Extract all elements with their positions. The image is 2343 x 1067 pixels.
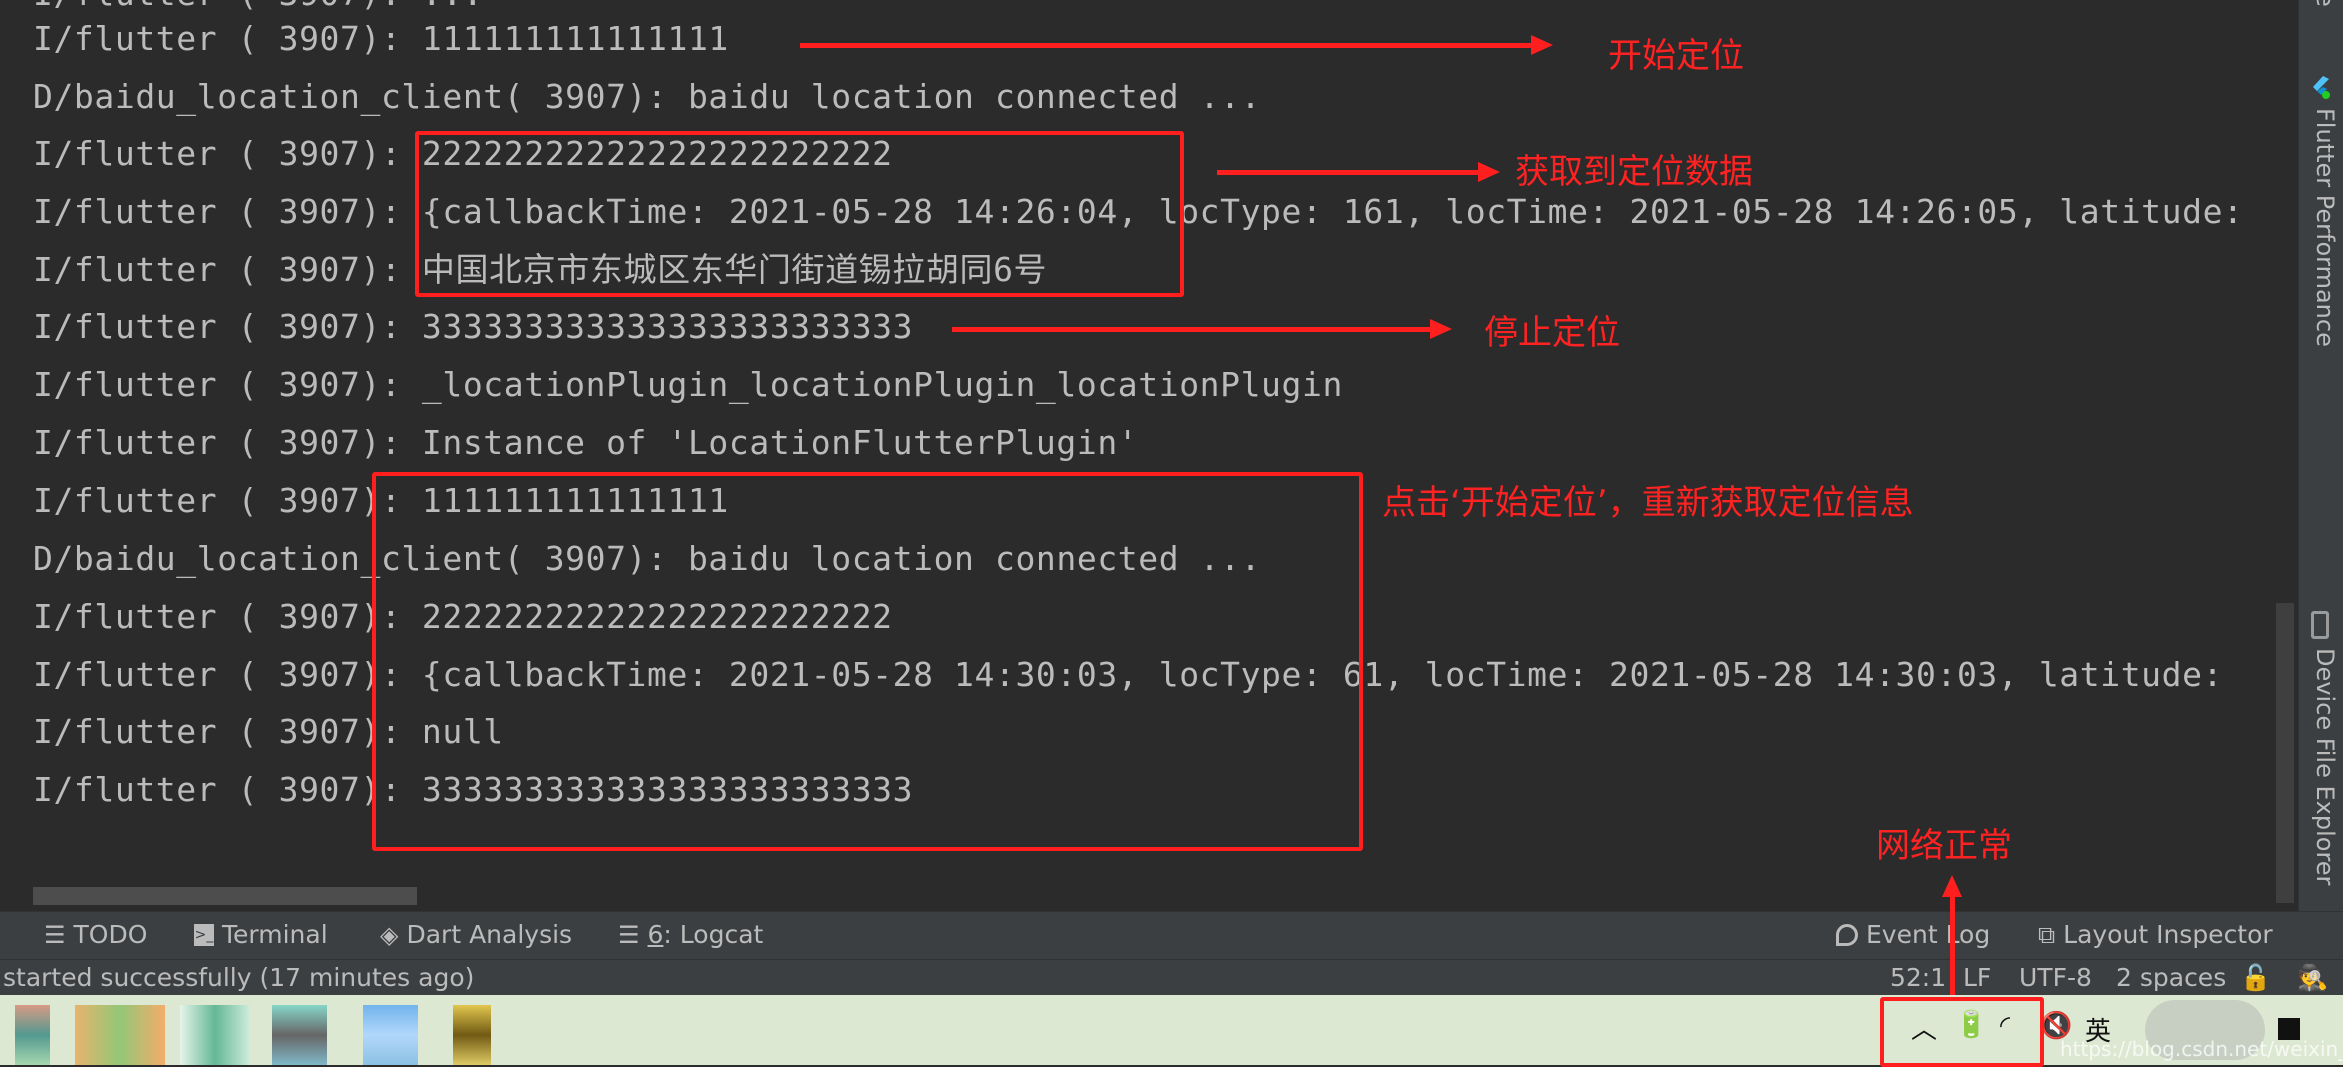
logcat-icon: ☰ — [618, 920, 640, 949]
tool-tab-label: Event Log — [1866, 920, 1991, 949]
tool-tab-label: Dart Analysis — [406, 920, 573, 949]
right-tool-strip: e Flutter Performance Device File Explor… — [2298, 0, 2343, 911]
device-icon — [2311, 611, 2329, 639]
dart-icon: ◈ — [380, 920, 399, 949]
logcat-console: I/flutter ( 3907): ... I/flutter ( 3907)… — [0, 0, 2298, 911]
sidebar-tab-device-file-explorer[interactable]: Device File Explorer — [2303, 648, 2339, 885]
log-line: D/baidu_location_client( 3907): baidu lo… — [33, 77, 1262, 116]
annotation-network-ok: 网络正常 — [1876, 826, 2012, 866]
tool-tab-label: Layout Inspector — [2063, 920, 2273, 949]
tool-tab-label: 6: Logcat — [647, 920, 764, 949]
taskbar-app-icon[interactable] — [180, 1005, 250, 1065]
indent-setting[interactable]: 2 spaces — [2116, 963, 2226, 992]
tool-tab-terminal[interactable]: >_ Terminal — [194, 920, 328, 949]
annotation-box-first-result — [415, 131, 1184, 297]
taskbar-app-icon[interactable] — [272, 1005, 327, 1065]
tool-tab-label: Terminal — [222, 920, 328, 949]
horizontal-scrollbar[interactable] — [33, 887, 417, 905]
event-log-icon — [1836, 923, 1858, 946]
tool-tab-event-log[interactable]: Event Log — [1836, 920, 1990, 949]
tool-tab-todo[interactable]: ☰ TODO — [44, 920, 147, 949]
annotation-arrow — [952, 319, 1452, 339]
annotation-box-second-result — [372, 472, 1363, 851]
vertical-scrollbar[interactable] — [2276, 603, 2294, 903]
flutter-icon — [2309, 74, 2331, 102]
log-line: I/flutter ( 3907): 333333333333333333333… — [33, 307, 914, 346]
status-bar: started successfully (17 minutes ago) 52… — [0, 959, 2343, 996]
annotation-arrow — [800, 35, 1553, 55]
tool-tab-logcat[interactable]: ☰ 6: Logcat — [618, 920, 763, 949]
taskbar-app-icon[interactable] — [75, 1005, 165, 1065]
bottom-tool-window-bar: ☰ TODO >_ Terminal ◈ Dart Analysis ☰ 6: … — [0, 911, 2343, 960]
annotation-start-location: 开始定位 — [1608, 36, 1744, 76]
annotation-click-restart: 点击‘开始定位’，重新获取定位信息 — [1382, 483, 1914, 523]
log-line: I/flutter ( 3907): 111111111111111 — [33, 19, 729, 58]
list-icon: ☰ — [44, 920, 66, 949]
taskbar-app-icon[interactable] — [453, 1005, 491, 1065]
annotation-arrow — [1217, 162, 1500, 182]
tool-tab-layout-inspector[interactable]: ⧉ Layout Inspector — [2038, 920, 2273, 949]
taskbar-app-icon[interactable] — [15, 1005, 50, 1065]
annotation-box-network-tray — [1880, 997, 2044, 1067]
caret-position[interactable]: 52:1 — [1890, 963, 1946, 992]
annotation-stop-location: 停止定位 — [1484, 313, 1620, 353]
annotation-arrow-up — [1942, 875, 1962, 995]
tool-tab-label: TODO — [73, 920, 148, 949]
terminal-icon: >_ — [194, 923, 214, 946]
sidebar-tab-partial[interactable]: e — [2303, 0, 2339, 7]
annotation-got-location-data: 获取到定位数据 — [1515, 152, 1753, 192]
inspector-hat-icon[interactable]: 🕵 — [2297, 963, 2328, 993]
status-message[interactable]: started successfully (17 minutes ago) — [3, 963, 474, 992]
line-separator[interactable]: LF — [1963, 963, 1991, 992]
file-encoding[interactable]: UTF-8 — [2019, 963, 2092, 992]
layout-inspector-icon: ⧉ — [2038, 920, 2056, 949]
sidebar-tab-flutter-performance[interactable]: Flutter Performance — [2303, 108, 2339, 347]
taskbar-app-icon[interactable] — [363, 1005, 418, 1065]
log-line: I/flutter ( 3907): Instance of 'Location… — [33, 423, 1139, 462]
log-line: I/flutter ( 3907): _locationPlugin_locat… — [33, 365, 1343, 404]
tool-tab-dart-analysis[interactable]: ◈ Dart Analysis — [380, 920, 572, 949]
watermark: https://blog.csdn.net/weixin_38009285 — [2060, 1037, 2343, 1061]
log-line-partial: I/flutter ( 3907): ... — [33, 0, 483, 14]
unlock-icon[interactable]: 🔓 — [2240, 963, 2271, 993]
windows-taskbar: ︿ 🔋 ◜ 🔇 英 https://blog.csdn.net/weixin_3… — [0, 995, 2343, 1067]
